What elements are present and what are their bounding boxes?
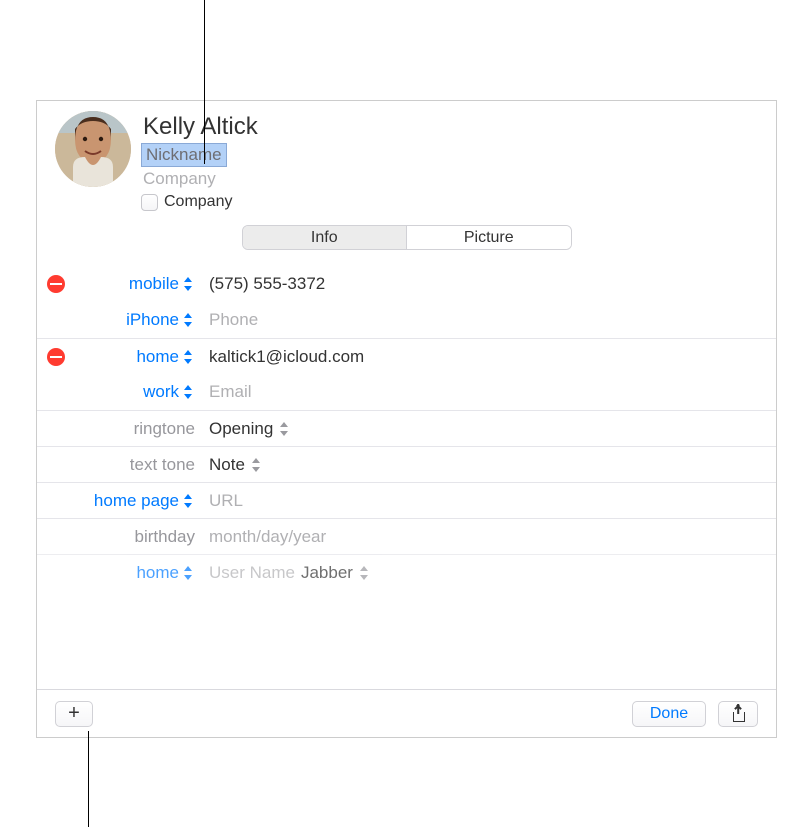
stepper-icon[interactable] [183,565,195,581]
ringtone-value-text: Opening [209,419,273,439]
contact-name-field[interactable]: Kelly Altick [141,113,758,141]
phone-label-mobile[interactable]: mobile [129,274,179,294]
stepper-icon[interactable] [251,457,263,473]
footer-toolbar: + Done [37,689,776,737]
phone-placeholder-iphone[interactable]: Phone [195,310,776,330]
add-field-button[interactable]: + [55,701,93,727]
ringtone-value[interactable]: Opening [195,419,776,439]
stepper-icon[interactable] [359,565,371,581]
phone-row-iphone: iPhone Phone [37,302,776,338]
phone-row-mobile: mobile (575) 555-3372 [37,266,776,302]
im-label[interactable]: home [136,563,179,583]
callout-line-top [204,0,205,164]
contact-header: Kelly Altick Nickname Company Company [37,101,776,211]
done-button[interactable]: Done [632,701,706,727]
plus-icon: + [68,702,80,725]
email-row-home: home kaltick1@icloud.com [37,338,776,374]
header-fields: Kelly Altick Nickname Company Company [141,111,758,211]
birthday-placeholder[interactable]: month/day/year [195,527,776,547]
stepper-icon[interactable] [183,276,195,292]
share-button[interactable] [718,701,758,727]
fields-list: mobile (575) 555-3372 iPhone Phone home … [37,260,776,689]
email-label-home[interactable]: home [136,347,179,367]
ringtone-label: ringtone [134,419,195,439]
homepage-label[interactable]: home page [94,491,179,511]
email-row-work: work Email [37,374,776,410]
email-placeholder-work[interactable]: Email [195,382,776,402]
phone-value-mobile[interactable]: (575) 555-3372 [195,274,776,294]
im-value[interactable]: User Name Jabber [195,563,776,583]
texttone-value[interactable]: Note [195,455,776,475]
avatar-image [55,111,131,187]
remove-button[interactable] [47,275,65,293]
stepper-icon[interactable] [183,384,195,400]
company-checkbox[interactable] [141,194,158,211]
im-service-value[interactable]: Jabber [301,563,353,583]
contact-edit-window: Kelly Altick Nickname Company Company In… [36,100,777,738]
birthday-label: birthday [135,527,195,547]
stepper-icon[interactable] [183,493,195,509]
share-icon [731,706,745,722]
tab-picture[interactable]: Picture [407,226,571,249]
homepage-row: home page URL [37,482,776,518]
im-row: home User Name Jabber [37,554,776,590]
homepage-placeholder[interactable]: URL [195,491,776,511]
nickname-field[interactable]: Nickname [141,143,227,167]
email-label-work[interactable]: work [143,382,179,402]
stepper-icon[interactable] [183,312,195,328]
email-value-home[interactable]: kaltick1@icloud.com [195,347,776,367]
info-picture-segmented[interactable]: Info Picture [242,225,572,250]
im-user-placeholder[interactable]: User Name [209,563,295,583]
stepper-icon[interactable] [183,349,195,365]
texttone-value-text: Note [209,455,245,475]
company-checkbox-label: Company [164,193,232,211]
remove-button[interactable] [47,348,65,366]
tab-info[interactable]: Info [243,226,408,249]
texttone-label: text tone [130,455,195,475]
birthday-row: birthday month/day/year [37,518,776,554]
stepper-icon[interactable] [279,421,291,437]
company-field[interactable]: Company [141,167,758,189]
ringtone-row: ringtone Opening [37,410,776,446]
company-checkbox-row: Company [141,189,758,211]
texttone-row: text tone Note [37,446,776,482]
phone-label-iphone[interactable]: iPhone [126,310,179,330]
callout-line-bottom [88,731,89,827]
avatar[interactable] [55,111,131,187]
